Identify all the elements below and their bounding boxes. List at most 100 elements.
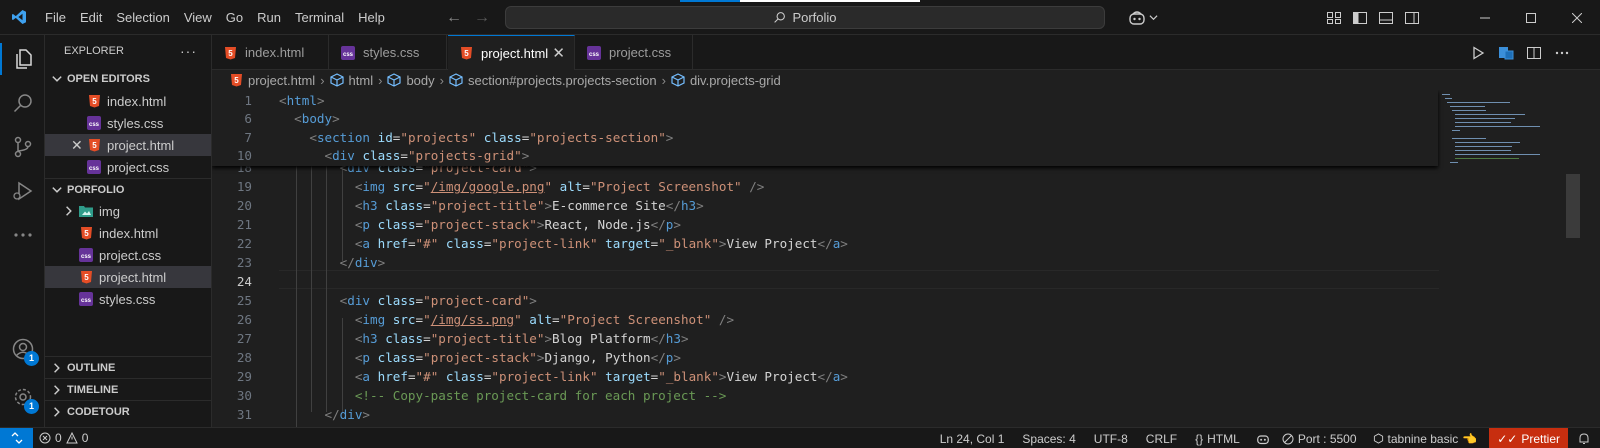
- outline-section[interactable]: OUTLINE: [45, 356, 212, 379]
- explorer-more-button[interactable]: ···: [180, 35, 197, 68]
- code-line[interactable]: 25 <div class="project-card">: [212, 291, 1438, 310]
- tabnine-status[interactable]: tabnine basic 👈: [1367, 428, 1484, 448]
- menu-run[interactable]: Run: [250, 0, 288, 35]
- editor-tabs: 5 index.html css styles.css 5 project.ht…: [212, 35, 1600, 70]
- source-control-activity[interactable]: [0, 125, 45, 169]
- minimap-line: [1455, 142, 1520, 143]
- code-line[interactable]: 30 <!-- Copy-paste project-card for each…: [212, 386, 1438, 405]
- tree-file[interactable]: css project.css: [45, 244, 211, 266]
- tree-file[interactable]: 5 index.html: [45, 222, 211, 244]
- tree-file[interactable]: css styles.css: [45, 288, 211, 310]
- code-text: <div class="projects-grid">: [324, 148, 530, 163]
- accounts-activity[interactable]: 1: [0, 327, 45, 371]
- vertical-scrollbar[interactable]: [1566, 174, 1580, 238]
- folder-header[interactable]: PORFOLIO: [45, 178, 211, 200]
- tab-index-html[interactable]: 5 index.html: [212, 35, 329, 70]
- tab-label: styles.css: [363, 45, 420, 60]
- open-editor-item[interactable]: css styles.css: [45, 112, 211, 134]
- toggle-primary-sidebar-icon[interactable]: [1352, 10, 1368, 26]
- split-editor-icon[interactable]: [1526, 45, 1542, 61]
- menu-selection[interactable]: Selection: [109, 0, 176, 35]
- prettier-status[interactable]: ✓✓ Prettier: [1489, 428, 1568, 448]
- code-line[interactable]: 22 <a href="#" class="project-link" targ…: [212, 234, 1438, 253]
- menu-terminal[interactable]: Terminal: [288, 0, 351, 35]
- cursor-position[interactable]: Ln 24, Col 1: [934, 428, 1011, 448]
- open-editors-header[interactable]: OPEN EDITORS: [45, 68, 211, 90]
- tab-project-html[interactable]: 5 project.html ✕: [448, 35, 575, 70]
- copilot-button[interactable]: [1128, 0, 1158, 35]
- toggle-secondary-sidebar-icon[interactable]: [1404, 10, 1420, 26]
- html-file-icon: 5: [87, 94, 101, 108]
- customize-layout-icon[interactable]: [1326, 10, 1342, 26]
- codetour-section[interactable]: CODETOUR: [45, 400, 212, 423]
- sticky-line[interactable]: 10 <div class="projects-grid">: [212, 146, 1438, 165]
- error-count: 0: [55, 431, 62, 445]
- open-editor-item[interactable]: 5 index.html: [45, 90, 211, 112]
- minimap-line: [1449, 162, 1458, 163]
- run-debug-activity[interactable]: [0, 169, 45, 213]
- run-icon[interactable]: [1470, 45, 1486, 61]
- forward-arrow-icon[interactable]: →: [474, 9, 490, 27]
- code-editor[interactable]: 18 <div class="project-card"> 19 <img src…: [212, 90, 1600, 427]
- minimap-line: [1455, 158, 1519, 159]
- notifications-bell[interactable]: [1568, 428, 1600, 448]
- more-actions-icon[interactable]: [1554, 45, 1570, 61]
- tree-file-active[interactable]: 5 project.html: [45, 266, 211, 288]
- tree-folder-img[interactable]: img: [45, 200, 211, 222]
- menu-help[interactable]: Help: [351, 0, 392, 35]
- code-line[interactable]: 19 <img src="/img/google.png" alt="Proje…: [212, 177, 1438, 196]
- toggle-panel-icon[interactable]: [1378, 10, 1394, 26]
- more-activity[interactable]: [0, 213, 45, 257]
- live-server-port[interactable]: Port : 5500: [1276, 428, 1363, 448]
- breadcrumb-body[interactable]: body: [387, 73, 435, 88]
- explorer-activity[interactable]: [0, 37, 45, 81]
- breadcrumb-div[interactable]: div.projects-grid: [671, 73, 781, 88]
- code-line[interactable]: 23 </div>: [212, 253, 1438, 272]
- code-line[interactable]: 21 <p class="project-stack">React, Node.…: [212, 215, 1438, 234]
- search-activity[interactable]: [0, 81, 45, 125]
- code-line[interactable]: 29 <a href="#" class="project-link" targ…: [212, 367, 1438, 386]
- menu-edit[interactable]: Edit: [73, 0, 109, 35]
- breadcrumb-file[interactable]: 5 project.html: [229, 73, 315, 88]
- explorer-title-text: EXPLORER: [64, 45, 124, 57]
- maximize-button[interactable]: [1508, 0, 1554, 35]
- copilot-status[interactable]: [1250, 428, 1276, 448]
- manage-activity[interactable]: 1: [0, 375, 45, 419]
- sticky-line[interactable]: 7 <section id="projects" class="projects…: [212, 128, 1438, 147]
- close-window-button[interactable]: [1554, 0, 1600, 35]
- open-editor-item[interactable]: css project.css: [45, 156, 211, 178]
- code-line[interactable]: 31 </div>: [212, 405, 1438, 424]
- tab-styles-css[interactable]: css styles.css: [330, 35, 447, 70]
- minimap[interactable]: [1442, 90, 1552, 170]
- breadcrumb-section[interactable]: section#projects.projects-section: [449, 73, 657, 88]
- open-editor-item-active[interactable]: ✕ 5 project.html: [45, 134, 211, 156]
- timeline-section[interactable]: TIMELINE: [45, 378, 212, 401]
- tab-project-css[interactable]: css project.css: [576, 35, 693, 70]
- sticky-line[interactable]: 6 <body>: [212, 109, 1438, 128]
- breadcrumb-html[interactable]: html: [329, 73, 373, 88]
- command-center-search[interactable]: Porfolio: [505, 6, 1105, 29]
- remote-button[interactable]: [0, 427, 33, 448]
- open-preview-icon[interactable]: [1498, 45, 1514, 61]
- menu-go[interactable]: Go: [219, 0, 250, 35]
- code-line[interactable]: 27 <h3 class="project-title">Blog Platfo…: [212, 329, 1438, 348]
- language-mode[interactable]: {} HTML: [1189, 428, 1246, 448]
- hand-icon: 👈: [1462, 431, 1478, 446]
- menu-file[interactable]: File: [38, 0, 73, 35]
- symbol-element-icon: [387, 73, 402, 87]
- code-line[interactable]: 20 <h3 class="project-title">E-commerce …: [212, 196, 1438, 215]
- code-line[interactable]: 24: [212, 272, 1438, 291]
- end-of-line[interactable]: CRLF: [1140, 428, 1183, 448]
- back-arrow-icon[interactable]: ←: [446, 9, 462, 27]
- line-number: 20: [236, 198, 252, 213]
- close-tab-icon[interactable]: ✕: [552, 36, 565, 71]
- code-line[interactable]: 26 <img src="/img/ss.png" alt="Project S…: [212, 310, 1438, 329]
- code-line[interactable]: 28 <p class="project-stack">Django, Pyth…: [212, 348, 1438, 367]
- indentation[interactable]: Spaces: 4: [1016, 428, 1081, 448]
- minimize-button[interactable]: [1462, 0, 1508, 35]
- problems-indicator[interactable]: 0 0: [33, 428, 94, 448]
- encoding[interactable]: UTF-8: [1088, 428, 1134, 448]
- sticky-line[interactable]: 1 <html>: [212, 91, 1438, 110]
- close-icon[interactable]: ✕: [71, 134, 83, 156]
- menu-view[interactable]: View: [177, 0, 219, 35]
